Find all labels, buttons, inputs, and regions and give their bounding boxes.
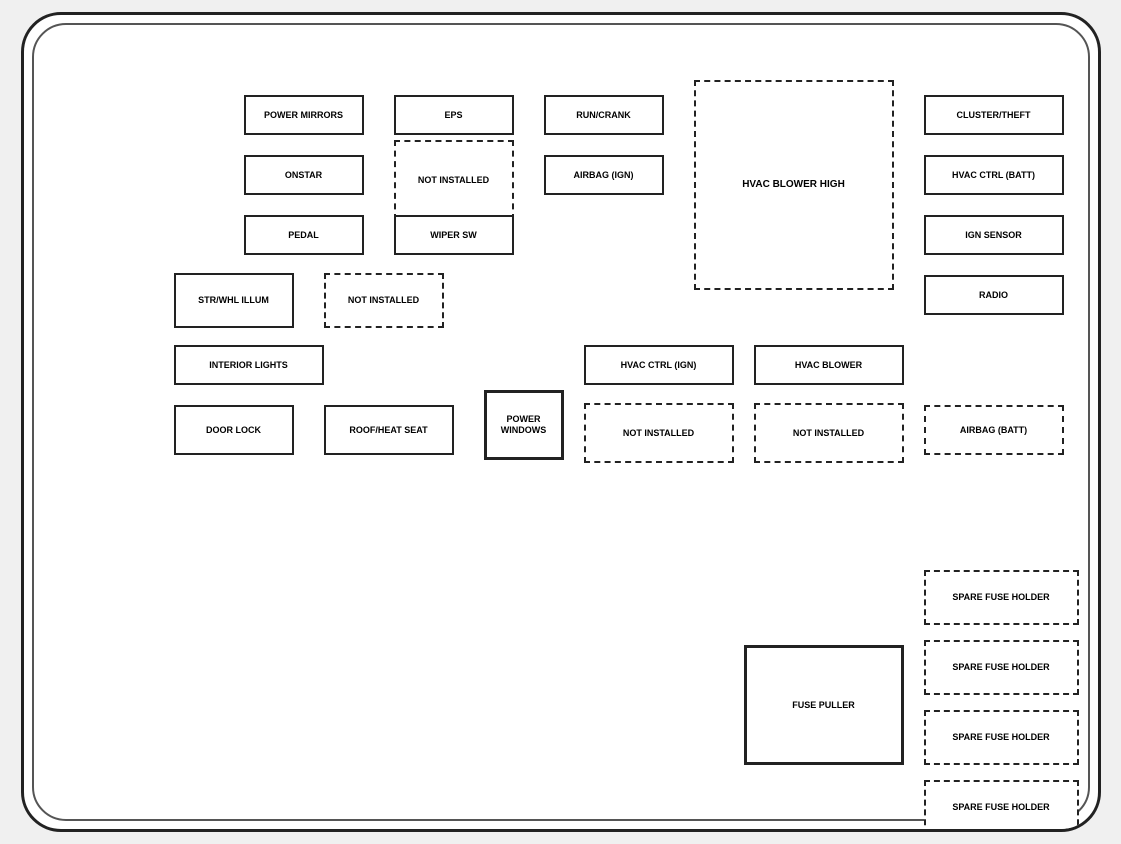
roof-heat-seat: ROOF/HEAT SEAT (324, 405, 454, 455)
spare-fuse-1: SPARE FUSE HOLDER (924, 570, 1079, 625)
fuse-puller: FUSE PULLER (744, 645, 904, 765)
not-installed-3: NOT INSTALLED (584, 403, 734, 463)
cluster-theft: CLUSTER/THEFT (924, 95, 1064, 135)
interior-lights: INTERIOR LIGHTS (174, 345, 324, 385)
airbag-ign: AIRBAG (IGN) (544, 155, 664, 195)
spare-fuse-3: SPARE FUSE HOLDER (924, 710, 1079, 765)
power-windows: POWER WINDOWS (484, 390, 564, 460)
door-lock: DOOR LOCK (174, 405, 294, 455)
str-whl-illum: STR/WHL ILLUM (174, 273, 294, 328)
radio: RADIO (924, 275, 1064, 315)
hvac-blower-high: HVAC BLOWER HIGH (694, 80, 894, 290)
not-installed-2: NOT INSTALLED (324, 273, 444, 328)
ign-sensor: IGN SENSOR (924, 215, 1064, 255)
power-mirrors: POWER MIRRORS (244, 95, 364, 135)
not-installed-1: NOT INSTALLED (394, 140, 514, 220)
onstar: ONSTAR (244, 155, 364, 195)
spare-fuse-4: SPARE FUSE HOLDER (924, 780, 1079, 832)
eps: EPS (394, 95, 514, 135)
pedal: PEDAL (244, 215, 364, 255)
hvac-ctrl-batt: HVAC CTRL (BATT) (924, 155, 1064, 195)
airbag-batt: AIRBAG (BATT) (924, 405, 1064, 455)
hvac-ctrl-ign: HVAC CTRL (IGN) (584, 345, 734, 385)
spare-fuse-2: SPARE FUSE HOLDER (924, 640, 1079, 695)
hvac-blower: HVAC BLOWER (754, 345, 904, 385)
not-installed-4: NOT INSTALLED (754, 403, 904, 463)
fuse-diagram: POWER MIRRORS EPS RUN/CRANK HVAC BLOWER HIG… (21, 12, 1101, 832)
wiper-sw: WIPER SW (394, 215, 514, 255)
run-crank: RUN/CRANK (544, 95, 664, 135)
